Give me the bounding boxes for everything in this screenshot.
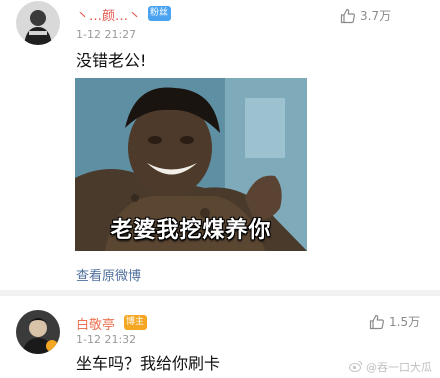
timestamp: 1-12 21:27 xyxy=(76,28,137,41)
thumbs-up-icon xyxy=(340,8,356,24)
thumbs-up-icon xyxy=(369,314,385,330)
like-count: 1.5万 xyxy=(389,315,421,329)
fan-badge: 粉丝 xyxy=(148,6,172,21)
username[interactable]: 丶…颜…丶 xyxy=(76,5,141,24)
comment-item: 白敬亭 博主 1-12 21:32 1.5万 坐车吗？我给你刷卡 @吞一口大瓜 xyxy=(0,296,440,378)
like-button[interactable]: 3.7万 xyxy=(340,7,391,24)
view-original-link[interactable]: 查看原微博 xyxy=(76,265,141,284)
comment-item: 丶…颜…丶 粉丝 1-12 21:27 3.7万 没错老公! 老婆我挖煤养你 查… xyxy=(0,0,440,290)
timestamp: 1-12 21:32 xyxy=(76,333,137,346)
avatar[interactable] xyxy=(16,1,60,45)
blogger-badge: 博主 xyxy=(124,315,148,330)
avatar[interactable] xyxy=(16,310,60,354)
meme-caption: 老婆我挖煤养你 xyxy=(110,218,272,243)
watermark-text: @吞一口大瓜 xyxy=(366,361,432,374)
watermark: @吞一口大瓜 xyxy=(349,359,432,375)
like-count: 3.7万 xyxy=(360,9,392,23)
username[interactable]: 白敬亭 xyxy=(76,314,115,333)
fan-badge-label: 粉丝 xyxy=(150,8,169,18)
comment-text: 没错老公! xyxy=(76,51,147,70)
weibo-logo-icon xyxy=(349,360,363,375)
like-button[interactable]: 1.5万 xyxy=(369,313,420,330)
blogger-badge-label: 博主 xyxy=(126,317,145,327)
meme-image[interactable]: 老婆我挖煤养你 xyxy=(75,78,307,251)
comment-text: 坐车吗？我给你刷卡 xyxy=(76,354,221,373)
